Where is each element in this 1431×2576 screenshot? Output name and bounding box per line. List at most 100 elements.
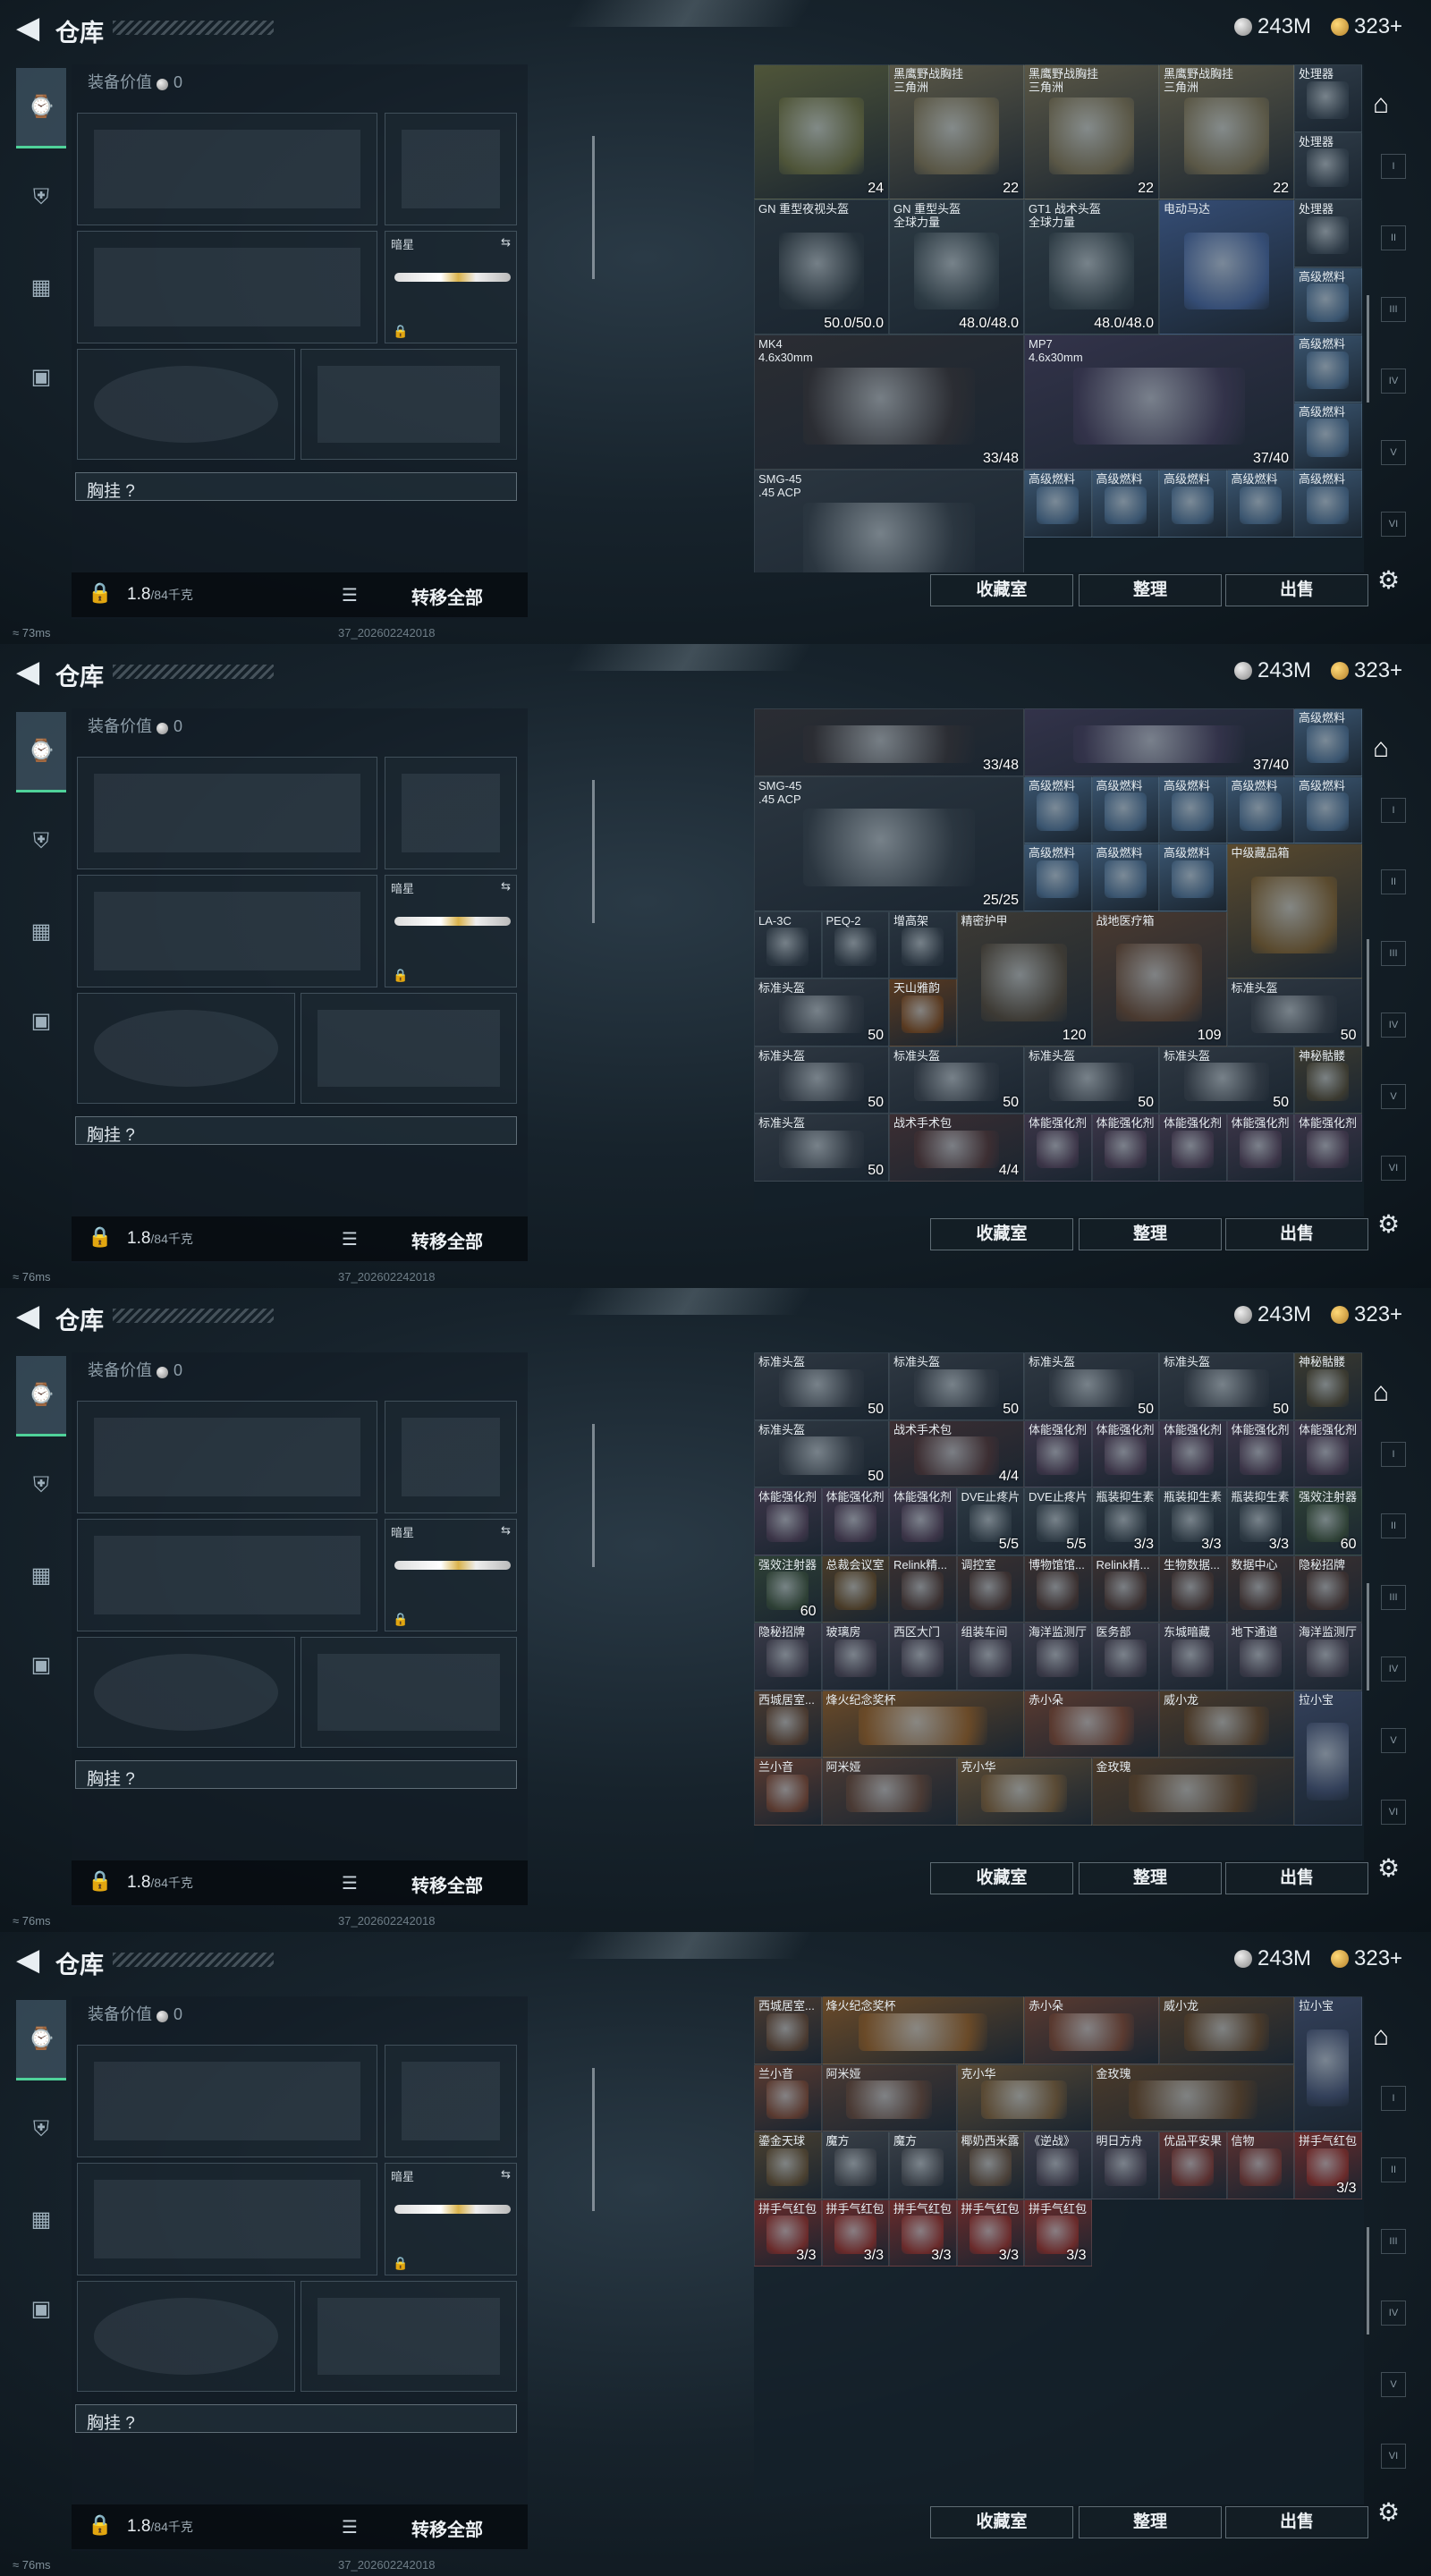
inventory-item[interactable]: 黑鹰野战胸挂 三角洲 22 <box>1024 64 1159 199</box>
backpack-icon[interactable]: ▦ <box>16 2179 66 2259</box>
inventory-item[interactable]: 拼手气红包 3/3 <box>821 2199 889 2267</box>
inventory-item[interactable]: 克小华 <box>956 2063 1092 2131</box>
home-icon[interactable]: ⌂ <box>1373 1377 1409 1413</box>
pistol-slot[interactable] <box>385 1401 517 1513</box>
primary-weapon-slot[interactable] <box>77 1401 377 1513</box>
arrow-left-icon[interactable]: ◀ <box>16 1301 39 1331</box>
sort-button[interactable]: 整理 <box>1079 574 1222 606</box>
swap-icon[interactable]: ⇆ <box>501 879 511 894</box>
inventory-item[interactable]: 标准头盔 50 <box>754 1352 889 1420</box>
pistol-icon[interactable]: ⌚ <box>16 1356 66 1436</box>
page-tab[interactable]: II <box>1381 869 1406 894</box>
inventory-item[interactable]: 神秘骷髅 <box>1294 1352 1362 1420</box>
list-icon[interactable]: ☰ <box>342 584 358 606</box>
page-tab[interactable]: III <box>1381 297 1406 322</box>
gear-icon[interactable]: ⚙ <box>1377 1209 1400 1239</box>
inventory-item[interactable]: 体能强化剂 <box>1294 1114 1362 1182</box>
collection-button[interactable]: 收藏室 <box>930 2506 1073 2538</box>
page-tab[interactable]: V <box>1381 440 1406 465</box>
inventory-item[interactable]: 博物馆馆... <box>1024 1555 1092 1623</box>
inventory-item[interactable]: 烽火纪念奖杯 <box>821 1996 1024 2064</box>
page-tab[interactable]: VI <box>1381 1156 1406 1181</box>
backpack-icon[interactable]: ▦ <box>16 1535 66 1615</box>
inventory-item[interactable]: 西区大门 <box>889 1623 957 1690</box>
equipment-scrollbar[interactable] <box>592 136 595 279</box>
inventory-item[interactable]: 标准头盔 50 <box>1159 1046 1294 1114</box>
inventory-item[interactable]: MK4 4.6x30mm 33/48 <box>754 335 1024 470</box>
inventory-item[interactable]: 体能强化剂 <box>1091 1419 1159 1487</box>
inventory-item[interactable]: 高级燃料 <box>1226 775 1294 843</box>
melee-slot[interactable]: 暗星 ⇆ 🔒 <box>385 231 517 343</box>
inventory-item[interactable]: 高级燃料 <box>1294 402 1362 470</box>
case-icon[interactable]: ▣ <box>16 980 66 1061</box>
inventory-item[interactable]: MP7 4.6x30mm 37/40 <box>1024 335 1294 470</box>
inventory-item[interactable]: 体能强化剂 <box>889 1487 957 1555</box>
inventory-item[interactable]: 西城居室... <box>754 1996 822 2064</box>
case-icon[interactable]: ▣ <box>16 336 66 417</box>
inventory-item[interactable]: 处理器 <box>1294 64 1362 132</box>
list-icon[interactable]: ☰ <box>342 1872 358 1894</box>
inventory-item[interactable]: 赤小朵 <box>1024 1690 1159 1758</box>
page-tab[interactable]: II <box>1381 2157 1406 2182</box>
armor-icon[interactable]: ⛨ <box>16 801 66 882</box>
inventory-item[interactable]: 兰小音 <box>754 2063 822 2131</box>
inventory-item[interactable]: GN 重型头盔 全球力量 48.0/48.0 <box>889 199 1024 335</box>
inventory-item[interactable]: 标准头盔 50 <box>1024 1046 1159 1114</box>
inventory-item[interactable]: 克小华 <box>956 1758 1092 1826</box>
armor-icon[interactable]: ⛨ <box>16 157 66 238</box>
inventory-item[interactable]: 拼手气红包 3/3 <box>1024 2199 1092 2267</box>
inventory-item[interactable]: 高级燃料 <box>1294 335 1362 402</box>
inventory-item[interactable]: 黑鹰野战胸挂 三角洲 22 <box>889 64 1024 199</box>
arrow-left-icon[interactable]: ◀ <box>16 657 39 687</box>
melee-slot[interactable]: 暗星 ⇆ 🔒 <box>385 875 517 987</box>
inventory-item[interactable]: 强效注射器 60 <box>1294 1487 1362 1555</box>
inventory-item[interactable]: 处理器 <box>1294 199 1362 267</box>
inventory-item[interactable]: 24 <box>754 64 889 199</box>
inventory-item[interactable]: 体能强化剂 <box>821 1487 889 1555</box>
collection-button[interactable]: 收藏室 <box>930 1218 1073 1250</box>
armor-icon[interactable]: ⛨ <box>16 2089 66 2170</box>
inventory-item[interactable]: 金玫瑰 <box>1091 1758 1294 1826</box>
armor-slot[interactable] <box>301 349 517 460</box>
arrow-left-icon[interactable]: ◀ <box>16 13 39 43</box>
inventory-item[interactable]: 标准头盔 50 <box>754 1419 889 1487</box>
inventory-item[interactable]: 黑鹰野战胸挂 三角洲 22 <box>1159 64 1294 199</box>
inventory-item[interactable]: 隐秘招牌 <box>754 1623 822 1690</box>
primary-weapon-slot[interactable] <box>77 757 377 869</box>
gear-icon[interactable]: ⚙ <box>1377 565 1400 595</box>
inventory-item[interactable]: 高级燃料 <box>1294 775 1362 843</box>
inventory-item[interactable]: GN 重型夜视头盔 50.0/50.0 <box>754 199 889 335</box>
case-icon[interactable]: ▣ <box>16 2268 66 2349</box>
page-tab[interactable]: IV <box>1381 2301 1406 2326</box>
inventory-item[interactable]: 兰小音 <box>754 1758 822 1826</box>
page-tab[interactable]: I <box>1381 2086 1406 2111</box>
inventory-item[interactable]: 高级燃料 <box>1091 470 1159 538</box>
inventory-item[interactable]: 拼手气红包 3/3 <box>889 2199 957 2267</box>
lock-icon[interactable]: 🔒 <box>88 1225 112 1249</box>
melee-slot[interactable]: 暗星 ⇆ 🔒 <box>385 2163 517 2275</box>
primary-weapon-slot[interactable] <box>77 2045 377 2157</box>
inventory-item[interactable]: 玻璃房 <box>821 1623 889 1690</box>
page-tab[interactable]: VI <box>1381 2444 1406 2469</box>
swap-icon[interactable]: ⇆ <box>501 1523 511 1538</box>
melee-slot[interactable]: 暗星 ⇆ 🔒 <box>385 1519 517 1631</box>
inventory-item[interactable]: 强效注射器 60 <box>754 1555 822 1623</box>
inventory-item[interactable]: 高级燃料 <box>1024 775 1092 843</box>
inventory-item[interactable]: Relink精... <box>889 1555 957 1623</box>
swap-icon[interactable]: ⇆ <box>501 235 511 250</box>
inventory-item[interactable]: 威小龙 <box>1159 1996 1294 2064</box>
inventory-item[interactable]: 威小龙 <box>1159 1690 1294 1758</box>
lock-icon[interactable]: 🔒 <box>88 1869 112 1893</box>
primary-weapon-slot[interactable] <box>77 113 377 225</box>
inventory-item[interactable]: 体能强化剂 <box>1294 1419 1362 1487</box>
inventory-item[interactable]: 高级燃料 <box>1294 267 1362 335</box>
inventory-item[interactable]: GT1 战术头盔 全球力量 48.0/48.0 <box>1024 199 1159 335</box>
transfer-all-button[interactable]: 转移全部 <box>411 583 483 609</box>
list-icon[interactable]: ☰ <box>342 2516 358 2538</box>
inventory-item[interactable]: 体能强化剂 <box>1226 1419 1294 1487</box>
inventory-item[interactable]: 拼手气红包 3/3 <box>956 2199 1024 2267</box>
sort-button[interactable]: 整理 <box>1079 2506 1222 2538</box>
inventory-item[interactable]: 标准头盔 50 <box>754 1114 889 1182</box>
secondary-weapon-slot[interactable] <box>77 1519 377 1631</box>
inventory-item[interactable]: 高级燃料 <box>1024 843 1092 911</box>
